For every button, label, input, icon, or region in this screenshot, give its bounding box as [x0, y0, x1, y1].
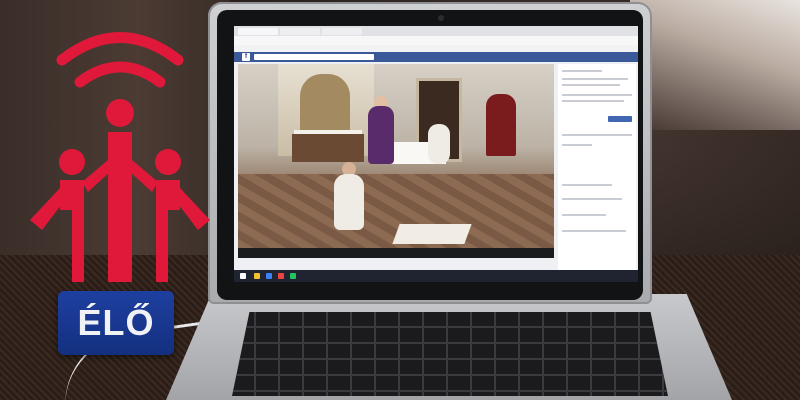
server-figure — [428, 124, 450, 164]
sidebar-text — [562, 100, 624, 102]
app-icon[interactable] — [290, 273, 296, 279]
livestream-video[interactable] — [238, 64, 554, 248]
sidebar-text — [562, 84, 620, 86]
priest-figure — [368, 106, 394, 164]
kneeling-figure — [334, 174, 364, 230]
laptop-screen: f — [234, 26, 638, 282]
comment-line — [562, 230, 626, 232]
altar-table — [292, 134, 364, 162]
comment-line — [562, 214, 606, 216]
windows-taskbar — [234, 270, 638, 282]
open-book — [392, 224, 472, 244]
keyboard-rows — [232, 312, 668, 396]
sidebar-text — [562, 70, 602, 72]
facebook-header: f — [234, 52, 638, 62]
sidebar-text — [562, 134, 632, 136]
bookmarks-bar — [234, 45, 638, 52]
live-badge-label: ÉLŐ — [77, 302, 155, 343]
folder-icon[interactable] — [254, 273, 260, 279]
comment-line — [562, 198, 622, 200]
photo-scene: f ÉLŐ — [0, 0, 800, 400]
comment-line — [562, 184, 612, 186]
sidebar-text — [562, 144, 592, 146]
video-controls[interactable] — [238, 248, 554, 258]
browser-tab[interactable] — [238, 28, 278, 35]
start-icon[interactable] — [240, 273, 246, 279]
browser-icon[interactable] — [266, 273, 272, 279]
facebook-logo[interactable]: f — [242, 53, 250, 61]
browser-tab[interactable] — [322, 28, 362, 35]
post-sidebar — [558, 64, 636, 278]
browser-tab[interactable] — [280, 28, 320, 35]
facebook-search-input[interactable] — [254, 54, 374, 60]
browser-tab-bar — [234, 26, 638, 36]
webcam — [438, 15, 444, 21]
sidebar-text — [562, 94, 632, 96]
red-chair — [486, 94, 516, 156]
window-light — [630, 0, 800, 130]
app-icon[interactable] — [278, 273, 284, 279]
follow-button[interactable] — [608, 116, 632, 122]
sidebar-text — [562, 78, 628, 80]
